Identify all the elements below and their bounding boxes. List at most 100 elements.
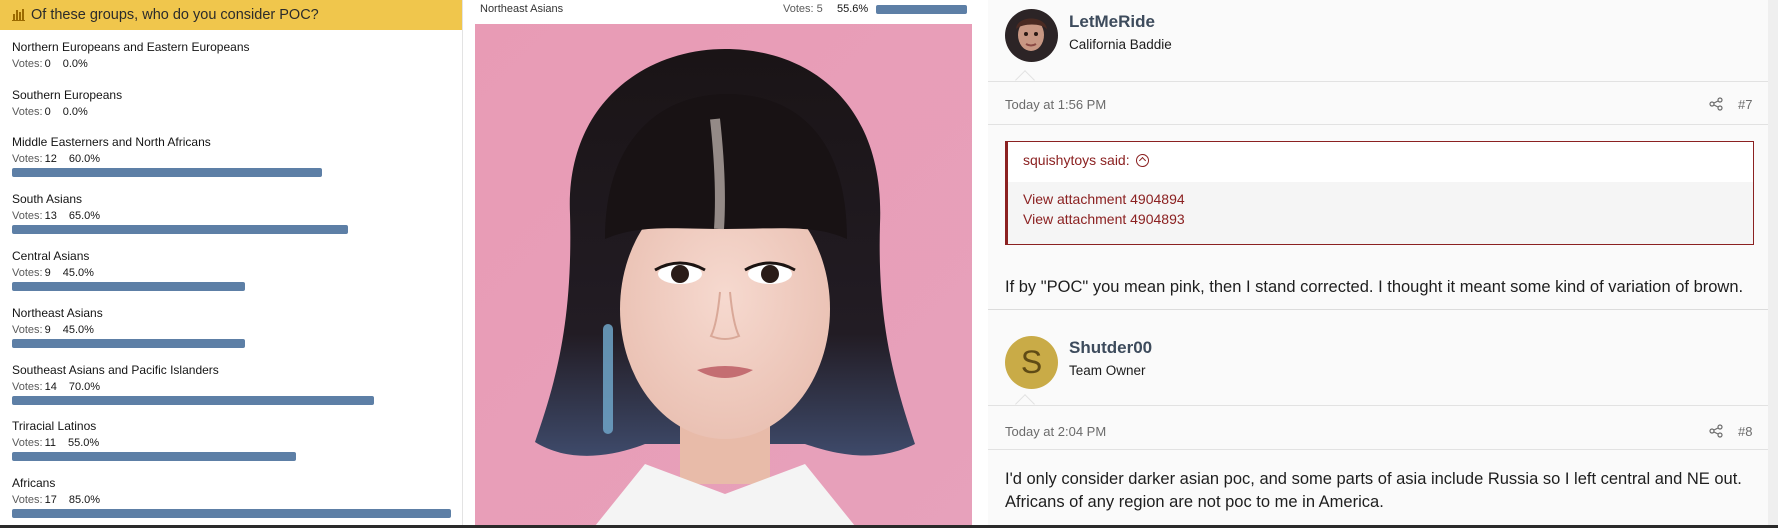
divider [988, 449, 1768, 450]
poll-option-bar [12, 396, 374, 405]
poll-option-percent: 0.0% [62, 106, 88, 118]
poll-option-label: Northern Europeans and Eastern Europeans [12, 40, 250, 54]
user-title: California Baddie [1069, 37, 1172, 52]
poll-option: Middle Easterners and North Africans Vote… [12, 135, 458, 177]
poll-option-meta: Votes: 9 45.0% [12, 266, 458, 280]
speech-notch [1015, 394, 1035, 414]
post-8: S Shutder00 Team Owner Today at 2:04 PM … [988, 312, 1768, 528]
votes-prefix: Votes: [12, 58, 43, 70]
poll-option: Southern Europeans Votes: 0 0.0% [12, 88, 458, 119]
votes-prefix: Votes: [12, 324, 43, 336]
votes-prefix: Votes: [12, 381, 43, 393]
poll-question-header: Of these groups, who do you consider POC… [0, 0, 462, 30]
post-body-line: Africans of any region are not poc to me… [1005, 493, 1384, 511]
votes-prefix: Votes: [12, 153, 43, 165]
poll-option-label: Africans [12, 476, 56, 490]
poll-option-percent: 55.0% [68, 437, 100, 449]
quote-author[interactable]: squishytoys said: [1023, 152, 1149, 168]
divider [988, 405, 1768, 406]
poll-option-label: Central Asians [12, 249, 90, 263]
poll-option-meta: Votes: 11 55.0% [12, 436, 458, 450]
poll-option: South Asians Votes: 13 65.0% [12, 192, 458, 234]
poll-option-meta: Votes: 12 60.0% [12, 152, 458, 166]
poll-option: Central Asians Votes: 9 45.0% [12, 249, 458, 291]
poll-option-bar [12, 282, 245, 291]
poll-option-percent: 60.0% [68, 153, 101, 165]
poll-option-bar [876, 5, 967, 14]
poll-option-percent: 0.0% [62, 58, 88, 70]
poll-option-percent: 45.0% [62, 324, 94, 336]
poll-option: Northeast Asians Votes: 9 45.0% [12, 306, 458, 348]
post-body-line: I'd only consider darker asian poc, and … [1005, 470, 1742, 488]
poll-option-percent: 85.0% [68, 494, 101, 506]
poll-option-bar [12, 509, 451, 518]
post-user-block: S Shutder00 Team Owner [988, 312, 1768, 392]
poll-option-label: South Asians [12, 192, 83, 206]
share-icon[interactable] [1709, 97, 1723, 111]
attachment-panel: Northeast Asians Votes: 5 55.6% [465, 0, 983, 528]
poll-option-votes: 0 [44, 106, 51, 118]
quote-block: squishytoys said: View attachment 490489… [1005, 141, 1754, 245]
quote-author-text: squishytoys said: [1023, 152, 1130, 168]
post-number[interactable]: #7 [1738, 97, 1752, 112]
attachment-link[interactable]: View attachment 4904893 [1023, 211, 1185, 227]
poll-row-header: Northeast Asians Votes: 5 55.6% [465, 0, 983, 20]
poll-option-meta: Votes: 17 85.0% [12, 493, 458, 507]
poll-option-label: Southeast Asians and Pacific Islanders [12, 363, 219, 377]
poll-option-bar [12, 168, 322, 177]
attachment-link[interactable]: View attachment 4904894 [1023, 191, 1185, 207]
share-icon[interactable] [1709, 424, 1723, 438]
poll-option-meta: Votes: 0 0.0% [12, 105, 458, 119]
poll-option-meta: Votes: 14 70.0% [12, 380, 458, 394]
votes-prefix: Votes: [12, 494, 43, 506]
post-body: If by "POC" you mean pink, then I stand … [1005, 278, 1744, 296]
poll-option-label: Northeast Asians [480, 3, 564, 15]
votes-prefix: Votes: [12, 267, 43, 279]
divider [988, 124, 1768, 125]
votes-prefix: Votes: [12, 210, 43, 222]
poll-option-votes: Votes: 5 [783, 3, 823, 15]
poll-option-percent: 55.6% [837, 3, 869, 15]
poll-option-bar [12, 225, 348, 234]
post-timestamp[interactable]: Today at 1:56 PM [1005, 97, 1106, 112]
poll-option: Northern Europeans and Eastern Europeans… [12, 40, 458, 71]
post-divider [988, 309, 1768, 310]
poll-option-votes: 13 [44, 210, 57, 222]
poll-option-bar [12, 339, 245, 348]
scrollbar[interactable] [1768, 0, 1778, 528]
quote-body: View attachment 4904894 View attachment … [1008, 182, 1753, 244]
poll-option-label: Southern Europeans [12, 88, 123, 102]
poll-option-meta: Votes: 13 65.0% [12, 209, 458, 223]
poll-option-meta: Votes: 9 45.0% [12, 323, 458, 337]
arrow-up-circle-icon[interactable] [1135, 153, 1149, 167]
avatar[interactable] [1005, 9, 1058, 62]
post-timestamp[interactable]: Today at 2:04 PM [1005, 424, 1106, 439]
forum-thread: LetMeRide California Baddie Today at 1:5… [988, 0, 1778, 528]
poll-option-votes: 9 [44, 267, 51, 279]
poll-results-panel: Of these groups, who do you consider POC… [0, 0, 463, 528]
username-link[interactable]: Shutder00 [1069, 338, 1152, 358]
poll-option-votes: 9 [44, 324, 51, 336]
post-number[interactable]: #8 [1738, 424, 1752, 439]
user-photo-avatar [1005, 9, 1058, 62]
votes-prefix: Votes: [12, 106, 43, 118]
poll-option-meta: Votes: 0 0.0% [12, 57, 458, 71]
avatar[interactable]: S [1005, 336, 1058, 389]
poll-question: Of these groups, who do you consider POC… [31, 7, 319, 23]
votes-prefix: Votes: [12, 437, 43, 449]
portrait-photo[interactable] [475, 24, 972, 526]
username-link[interactable]: LetMeRide [1069, 12, 1155, 32]
post-7: LetMeRide California Baddie Today at 1:5… [988, 0, 1768, 302]
poll-option-percent: 45.0% [62, 267, 94, 279]
poll-option: Triracial Latinos Votes: 11 55.0% [12, 419, 458, 461]
poll-option-votes: 17 [44, 494, 57, 506]
poll-option-label: Middle Easterners and North Africans [12, 135, 211, 149]
avatar-letter: S [1020, 344, 1043, 380]
user-title: Team Owner [1069, 363, 1146, 378]
post-body: I'd only consider darker asian poc, and … [1005, 468, 1760, 514]
poll-option-votes: 0 [44, 58, 51, 70]
poll-option-percent: 70.0% [68, 381, 101, 393]
poll-option-votes: 11 [44, 437, 56, 449]
poll-option-votes: 14 [44, 381, 57, 393]
poll-option-label: Triracial Latinos [12, 419, 97, 433]
